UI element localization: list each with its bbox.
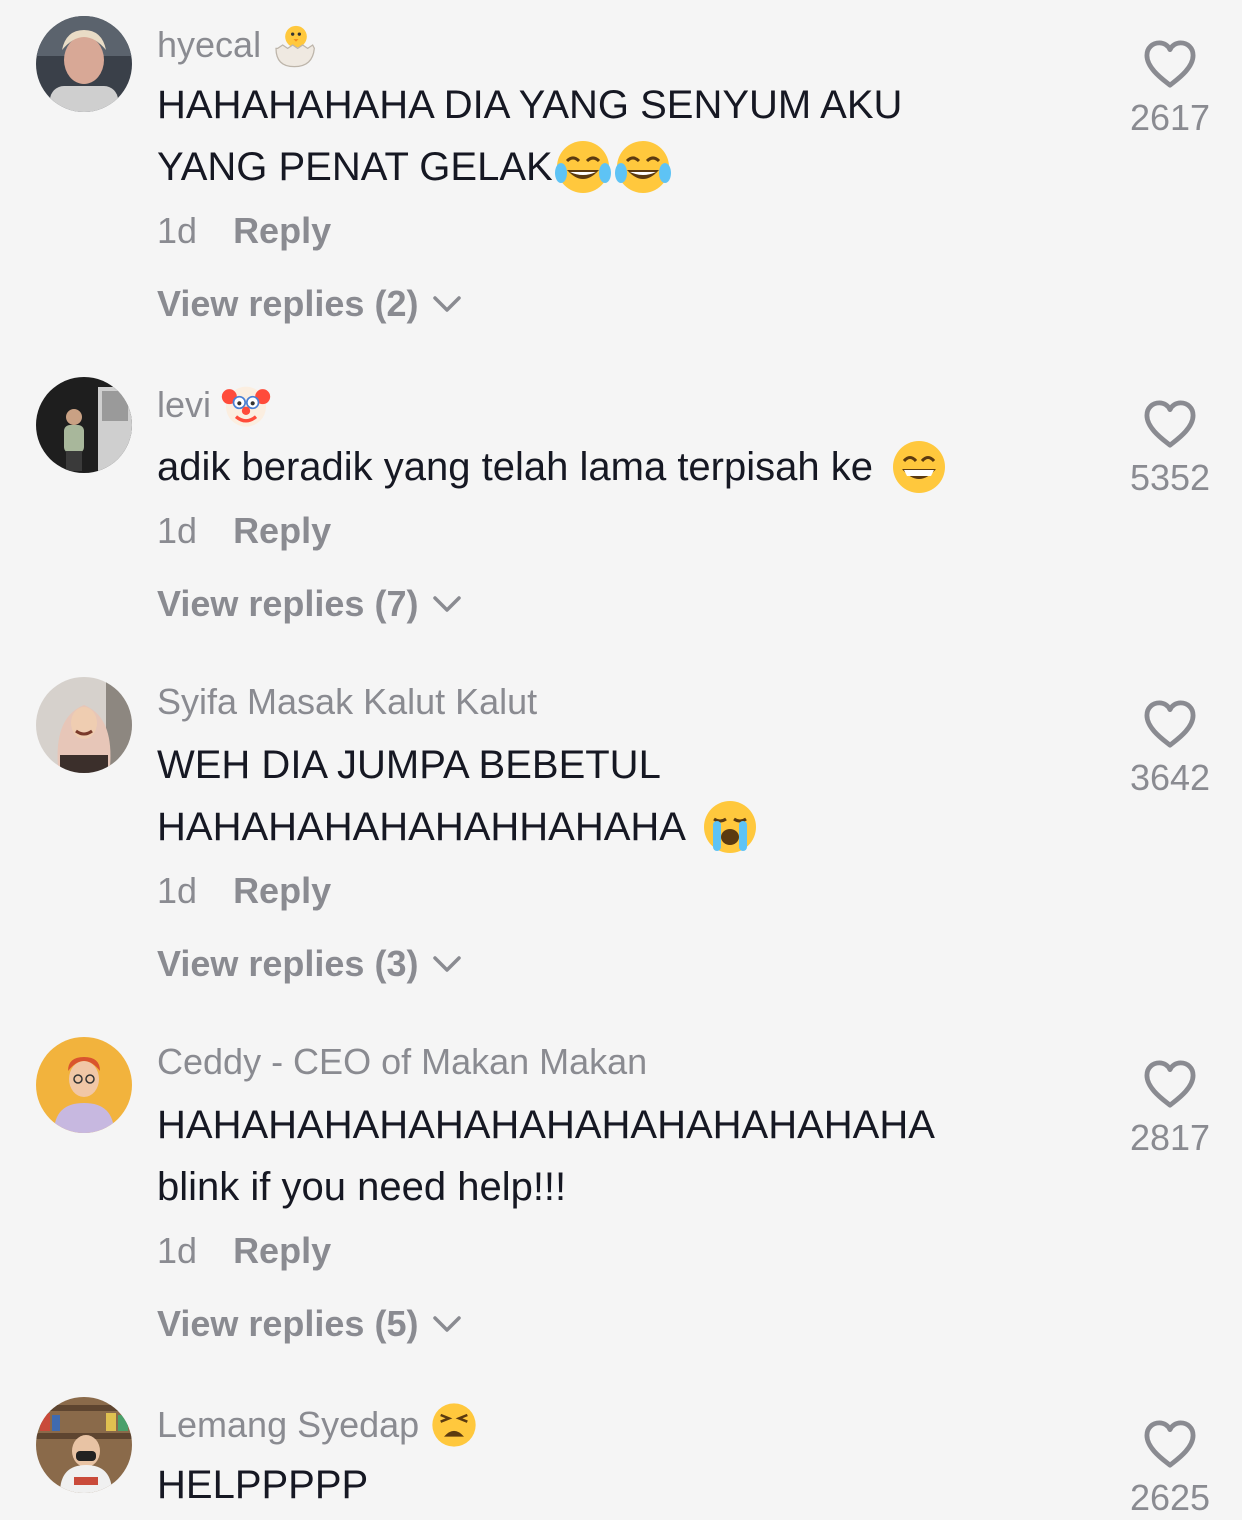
heart-outline-icon[interactable]: [1143, 400, 1197, 450]
like-count: 3642: [1129, 757, 1211, 798]
heart-outline-icon[interactable]: [1143, 40, 1197, 90]
face-with-tears-of-joy-emoji: [613, 137, 673, 197]
username-text: Lemang Syedap: [157, 1404, 420, 1445]
chevron-down-icon: [432, 294, 462, 314]
comment-text: HAHAHAHAHA DIA YANG SENYUM AKU: [157, 83, 903, 127]
like-count: 2625: [1129, 1477, 1211, 1518]
avatar[interactable]: [36, 16, 132, 112]
clown-face-emoji: [221, 380, 271, 430]
view-replies-label: View replies (7): [157, 583, 419, 624]
comment-text-line: blink if you need help!!!: [157, 1156, 566, 1218]
username[interactable]: levi: [157, 380, 271, 430]
avatar[interactable]: [36, 1037, 132, 1133]
grinning-face-with-smiling-eyes-emoji: [889, 437, 949, 497]
reply-button[interactable]: Reply: [233, 870, 331, 911]
comment-meta: 1d Reply: [157, 509, 331, 553]
like-group: 3642: [1118, 700, 1222, 800]
chevron-down-icon: [432, 594, 462, 614]
username-text: hyecal: [157, 24, 262, 65]
view-replies-button[interactable]: View replies (5): [157, 1302, 462, 1346]
comment-text-line: WEH DIA JUMPA BEBETUL: [157, 734, 661, 796]
like-group: 2625: [1118, 1420, 1222, 1520]
avatar[interactable]: [36, 1397, 132, 1493]
comment-text-line: HAHAHAHAHAHAHHAHAHA: [157, 796, 760, 858]
face-with-tears-of-joy-emoji: [553, 137, 613, 197]
view-replies-label: View replies (3): [157, 943, 419, 984]
comment-meta: 1d Reply: [157, 209, 331, 253]
weary-face-emoji: [429, 1400, 479, 1450]
view-replies-button[interactable]: View replies (2): [157, 282, 462, 326]
like-count: 5352: [1129, 457, 1211, 498]
comment-text: adik beradik yang telah lama terpisah ke: [157, 445, 873, 489]
comment-meta: 1d Reply: [157, 869, 331, 913]
username[interactable]: Lemang Syedap: [157, 1400, 479, 1450]
comment-text-line: adik beradik yang telah lama terpisah ke: [157, 436, 949, 498]
heart-outline-icon[interactable]: [1143, 1060, 1197, 1110]
reply-button[interactable]: Reply: [233, 510, 331, 551]
like-count: 2817: [1129, 1117, 1211, 1158]
comment-text: blink if you need help!!!: [157, 1165, 567, 1209]
view-replies-label: View replies (5): [157, 1303, 419, 1344]
view-replies-button[interactable]: View replies (3): [157, 942, 462, 986]
comment-text: HAHAHAHAHAHAHHAHAHA: [157, 805, 686, 849]
loudly-crying-face-emoji: [700, 797, 760, 857]
comment-text: HELPPPPP: [157, 1463, 369, 1507]
like-group: 2817: [1118, 1060, 1222, 1160]
username[interactable]: Syifa Masak Kalut Kalut: [157, 680, 537, 724]
heart-outline-icon[interactable]: [1143, 1420, 1197, 1470]
comment-text-line: HELPPPPP: [157, 1454, 368, 1516]
chevron-down-icon: [432, 1314, 462, 1334]
username-text: levi: [157, 384, 212, 425]
hatching-chick-emoji: [271, 20, 321, 70]
comment-text-line: HAHAHAHAHAHAHAHAHAHAHAHAHAHA: [157, 1094, 935, 1156]
like-count: 2617: [1129, 97, 1211, 138]
view-replies-label: View replies (2): [157, 283, 419, 324]
avatar[interactable]: [36, 377, 132, 473]
like-group: 2617: [1118, 40, 1222, 140]
like-group: 5352: [1118, 400, 1222, 500]
view-replies-button[interactable]: View replies (7): [157, 582, 462, 626]
chevron-down-icon: [432, 954, 462, 974]
avatar[interactable]: [36, 677, 132, 773]
reply-button[interactable]: Reply: [233, 210, 331, 251]
reply-button[interactable]: Reply: [233, 1230, 331, 1271]
comment-text: WEH DIA JUMPA BEBETUL: [157, 743, 661, 787]
comment-meta: 1d Reply: [157, 1229, 331, 1273]
comment-time: 1d: [157, 870, 198, 911]
username[interactable]: Ceddy - CEO of Makan Makan: [157, 1040, 647, 1084]
comment-text: YANG PENAT GELAK: [157, 145, 553, 189]
comment-text-line: YANG PENAT GELAK: [157, 136, 673, 198]
comment-text: HAHAHAHAHAHAHAHAHAHAHAHAHAHA: [157, 1103, 935, 1147]
heart-outline-icon[interactable]: [1143, 700, 1197, 750]
username-text: Ceddy - CEO of Makan Makan: [157, 1041, 648, 1082]
comment-text-line: HAHAHAHAHA DIA YANG SENYUM AKU: [157, 74, 902, 136]
comment-time: 1d: [157, 510, 198, 551]
comment-time: 1d: [157, 1230, 198, 1271]
username-text: Syifa Masak Kalut Kalut: [157, 681, 538, 722]
username[interactable]: hyecal: [157, 20, 321, 70]
comment-time: 1d: [157, 210, 198, 251]
